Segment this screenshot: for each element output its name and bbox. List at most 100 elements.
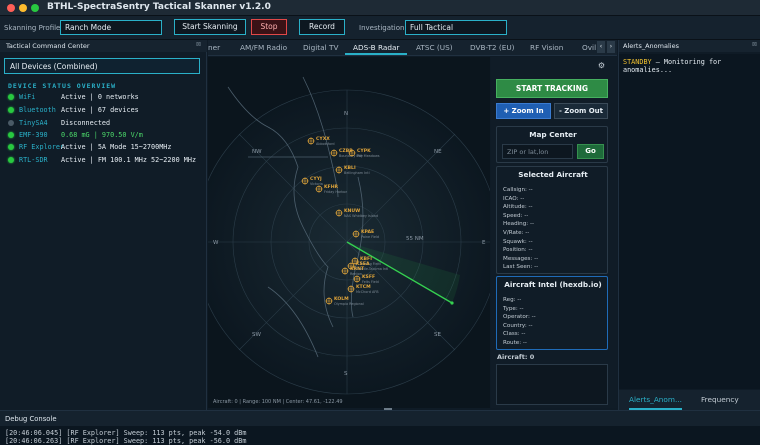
aircraft-count: Aircraft: 0	[497, 353, 535, 361]
aircraft-intel-field: Route: --	[503, 340, 527, 346]
device-status: Active | FM 100.1 MHz 52~2200 MHz	[61, 156, 197, 164]
airport-name: Olympia Regional	[334, 302, 364, 306]
radar-scope[interactable]: CYXXAbbotsfordCZBBBoundary BayCYPKPitt M…	[194, 57, 500, 408]
aircraft-intel-field: Type: --	[503, 305, 524, 312]
tab-frequency-generator[interactable]: Frequency Gener...	[701, 390, 760, 423]
profile-select[interactable]: Ranch Mode	[60, 20, 162, 35]
record-button[interactable]: Record	[299, 19, 345, 35]
maximize-window-button[interactable]	[31, 4, 39, 12]
compass-ne: NE	[434, 149, 442, 155]
airport-name: NAS Whidbey Island	[344, 214, 378, 218]
selected-aircraft-title: Selected Aircraft	[518, 170, 588, 179]
debug-console: Debug Console [20:46:06.045] [RF Explore…	[0, 410, 760, 445]
window-title: BTHL-SpectraSentry Tactical Skanner v1.2…	[47, 2, 271, 12]
aircraft-intel-field: Class: --	[503, 331, 526, 338]
tab-next-icon[interactable]: ›	[607, 41, 615, 53]
aircraft-list[interactable]	[496, 364, 608, 405]
compass-n: N	[344, 111, 348, 117]
device-select[interactable]: All Devices (Combined)	[4, 58, 200, 74]
app-window: BTHL-SpectraSentry Tactical Skanner v1.2…	[0, 0, 760, 445]
compass-sw: SW	[252, 332, 261, 338]
airport-name: Bellingham Intl	[344, 171, 370, 175]
go-button[interactable]: Go	[577, 144, 604, 159]
device-name: TinySA4	[19, 119, 48, 127]
adsb-radar-view[interactable]: CYXX Abbotsford CZBB Boundary Bay CYPK Pitt M…	[194, 57, 500, 408]
status-dot-icon	[8, 94, 14, 100]
status-dot-icon	[8, 107, 14, 113]
start-skanning-button[interactable]: Start Skanning	[174, 19, 246, 35]
close-window-button[interactable]	[7, 4, 15, 12]
radar-status-footer: Aircraft: 0 | Range: 100 NM | Center: 47…	[213, 399, 343, 405]
alerts-title: Alerts_Anomalies	[623, 42, 679, 50]
airport-name: McChord AFB	[356, 290, 379, 294]
start-tracking-button[interactable]: START TRACKING	[496, 79, 608, 98]
device-status: 0.68 mG | 970.50 V/m	[61, 131, 143, 139]
device-status: Disconnected	[61, 119, 111, 127]
aircraft-intel-group: Aircraft Intel (hexdb.io) Reg: -- Type: -…	[496, 276, 608, 350]
radar-controls: ⚙ START TRACKING + Zoom In - Zoom Out Ma…	[491, 57, 617, 408]
tab-am-fm-radio[interactable]: AM/FM Radio	[240, 40, 287, 55]
compass-w: W	[213, 240, 219, 246]
selected-aircraft-field: Squawk: --	[503, 238, 533, 245]
tab-rf-vision[interactable]: RF Vision	[530, 40, 563, 55]
airport-marker[interactable]: KSFFFelts Field	[353, 274, 379, 284]
selected-aircraft-field: V/Rate: --	[503, 230, 530, 236]
device-name: RTL-SDR	[19, 156, 48, 164]
aircraft-intel-field: Operator: --	[503, 314, 536, 321]
map-center-input[interactable]: ZIP or lat,lon	[502, 144, 573, 159]
alerts-close-icon[interactable]: ⊠	[752, 41, 757, 48]
airport-name: Renton	[350, 272, 362, 276]
settings-gear-icon[interactable]: ⚙	[598, 61, 605, 70]
device-name: WiFi	[19, 93, 36, 101]
title-bar: BTHL-SpectraSentry Tactical Skanner v1.2…	[0, 0, 760, 16]
selected-aircraft-field: Heading: --	[503, 221, 534, 228]
compass-nw: NW	[252, 149, 262, 155]
aircraft-intel-title: Aircraft Intel (hexdb.io)	[504, 280, 602, 289]
tab-digital-tv[interactable]: Digital TV	[303, 40, 338, 55]
compass-e: E	[482, 240, 486, 246]
tactical-command-panel: Tactical Command Center ⊠ All Devices (C…	[0, 40, 207, 410]
selected-aircraft-group: Selected Aircraft Callsign: -- ICAO: -- Al…	[496, 166, 608, 274]
airport-name: Paine Field	[361, 235, 379, 239]
aircraft-intel-field: Country: --	[503, 322, 533, 329]
console-line: [20:46:06.045] [RF Explorer] Sweep: 113 …	[5, 429, 247, 437]
tab-ovil[interactable]: Ovil	[582, 40, 596, 55]
selected-aircraft-field: ICAO: --	[503, 195, 525, 202]
airport-name: Friday Harbor	[324, 190, 348, 194]
zoom-out-button[interactable]: - Zoom Out	[554, 103, 608, 119]
tab-prev-icon[interactable]: ‹	[597, 41, 605, 53]
tab-atsc-us-[interactable]: ATSC (US)	[416, 40, 453, 55]
investigation-label: Investigation:	[359, 24, 407, 32]
tab-ner[interactable]: ner	[208, 40, 220, 55]
airport-name: Pitt Meadows	[357, 154, 380, 158]
status-dot-icon	[8, 157, 14, 163]
device-name: EMF-390	[19, 131, 48, 139]
standby-status: STANDBY	[623, 58, 652, 66]
profile-label: Skanning Profile:	[4, 24, 63, 32]
selected-aircraft-field: Last Seen: --	[503, 264, 539, 271]
status-dot-icon	[8, 120, 14, 126]
alerts-tabs: Alerts_Anom... Frequency Gener...	[619, 390, 760, 423]
selected-aircraft-field: Callsign: --	[503, 187, 533, 193]
airport-name: Felts Field	[362, 280, 379, 284]
device-name: RF Explorer	[19, 143, 65, 151]
panel-title: Tactical Command Center	[6, 42, 90, 50]
tab-ads-b-radar[interactable]: ADS-B Radar	[345, 40, 408, 55]
panel-close-icon[interactable]: ⊠	[196, 41, 201, 48]
status-dot-icon	[8, 144, 14, 150]
device-status: Active | 5A Mode 15~2700MHz	[61, 143, 172, 151]
investigation-select[interactable]: Full Tactical	[405, 20, 507, 35]
tab-dvb-t2-eu-[interactable]: DVB-T2 (EU)	[470, 40, 515, 55]
toolbar: Skanning Profile: Ranch Mode Start Skann…	[0, 16, 760, 40]
airport-name: Abbotsford	[316, 142, 335, 146]
tab-alerts-anomalies[interactable]: Alerts_Anom...	[629, 390, 682, 410]
minimize-window-button[interactable]	[19, 4, 27, 12]
compass-se: SE	[434, 332, 441, 338]
stop-button[interactable]: Stop	[251, 19, 287, 35]
aircraft-intel-field: Reg: --	[503, 297, 522, 303]
device-name: Bluetooth	[19, 106, 56, 114]
zoom-in-button[interactable]: + Zoom In	[496, 103, 551, 119]
main-tabs: ner AM/FM Radio Digital TV ADS-B Radar ATSC …	[208, 40, 617, 56]
selected-aircraft-field: Messages: --	[503, 255, 539, 262]
range-ring-label: 55 NM	[406, 236, 424, 242]
